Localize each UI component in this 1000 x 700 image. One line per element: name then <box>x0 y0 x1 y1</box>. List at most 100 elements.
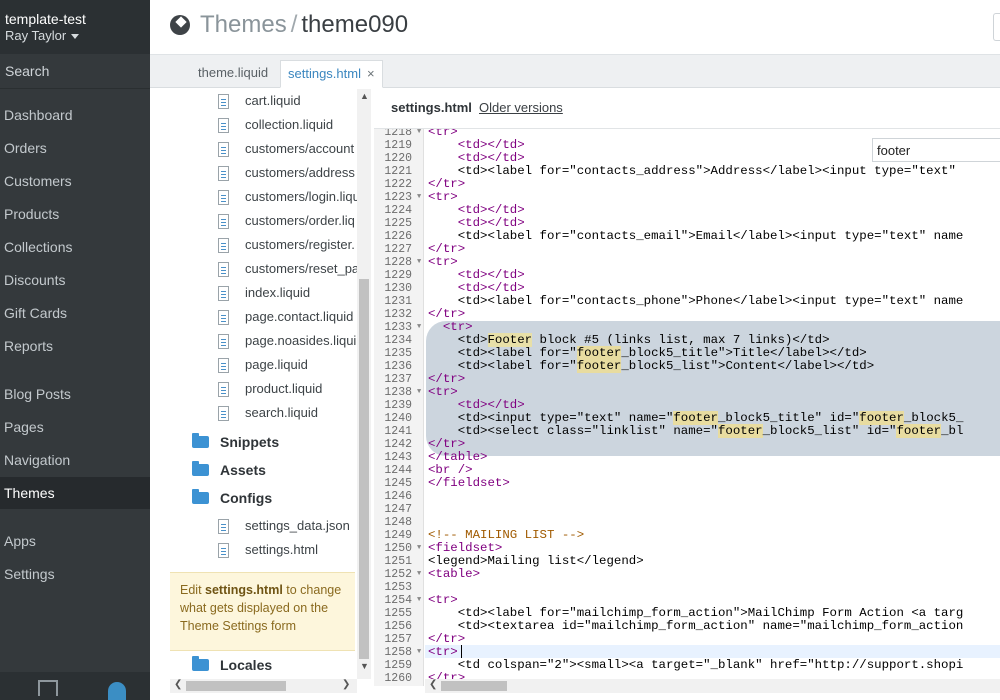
file-item[interactable]: index.liquid <box>218 285 358 305</box>
folder-name: Snippets <box>220 434 280 450</box>
find-input[interactable] <box>872 138 1000 162</box>
line-number: 1243 <box>384 451 412 464</box>
folder-icon <box>192 489 209 504</box>
older-versions-link[interactable]: Older versions <box>479 100 563 115</box>
file-item[interactable]: page.contact.liquid <box>218 309 358 329</box>
user-menu[interactable]: Ray Taylor <box>5 28 150 43</box>
line-number-gutter: 1218 ▼ 1219 1220 1221 1222 1223 ▼ 1224 1225 1226 12… <box>374 129 424 686</box>
folder-assets[interactable]: Assets <box>192 461 352 484</box>
tree-horizontal-scrollbar[interactable]: ❮ ❯ <box>170 679 357 693</box>
nav-item-reports[interactable]: Reports <box>0 330 150 362</box>
line-number: 1222 <box>384 178 412 191</box>
breadcrumb-themes-link[interactable]: Themes <box>200 11 287 38</box>
file-item[interactable]: search.liquid <box>218 405 358 425</box>
line-number: 1231 <box>384 295 412 308</box>
fold-arrow-icon[interactable]: ▼ <box>417 191 423 204</box>
line-number: 1241 <box>384 425 412 438</box>
text-cursor <box>461 645 462 658</box>
scrollbar-thumb[interactable] <box>186 681 286 691</box>
fold-arrow-icon[interactable]: ▼ <box>417 568 423 581</box>
file-item[interactable]: customers/login.liqu <box>218 189 358 209</box>
file-icon <box>218 286 229 301</box>
file-item[interactable]: product.liquid <box>218 381 358 401</box>
line-number: 1253 <box>384 581 412 594</box>
file-icon <box>218 118 229 133</box>
line-number: 1257 <box>384 633 412 646</box>
folder-locales[interactable]: Locales <box>192 656 352 679</box>
file-item[interactable]: settings.html <box>218 542 358 562</box>
tab-label: settings.html <box>288 66 361 81</box>
file-item[interactable]: page.liquid <box>218 357 358 377</box>
nav-item-orders[interactable]: Orders <box>0 132 150 164</box>
file-item[interactable]: customers/address <box>218 165 358 185</box>
file-icon <box>218 238 229 253</box>
nav-item-settings[interactable]: Settings <box>0 558 150 590</box>
scrollbar-thumb[interactable] <box>441 681 507 691</box>
file-item[interactable]: page.noasides.liqui <box>218 333 358 353</box>
nav-item-collections[interactable]: Collections <box>0 231 150 263</box>
scrollbar-thumb[interactable] <box>359 279 369 659</box>
fold-arrow-icon[interactable]: ▼ <box>417 129 423 139</box>
fold-arrow-icon[interactable]: ▼ <box>417 594 423 607</box>
scroll-left-icon[interactable]: ❮ <box>429 679 437 690</box>
line-number: 1220 <box>384 152 412 165</box>
folder-icon <box>192 656 209 671</box>
nav-item-customers[interactable]: Customers <box>0 165 150 197</box>
file-item[interactable]: settings_data.json <box>218 518 358 538</box>
file-item[interactable]: cart.liquid <box>218 93 358 113</box>
nav-item-gift-cards[interactable]: Gift Cards <box>0 297 150 329</box>
scroll-up-icon[interactable]: ▲ <box>360 91 369 101</box>
tree-vertical-scrollbar[interactable]: ▲ ▼ <box>357 89 371 679</box>
nav-item-apps[interactable]: Apps <box>0 525 150 557</box>
nav-item-blog-posts[interactable]: Blog Posts <box>0 378 150 410</box>
nav-search[interactable]: Search <box>5 63 49 79</box>
folder-configs[interactable]: Configs <box>192 489 352 512</box>
line-number: 1242 <box>384 438 412 451</box>
tab-settings-html[interactable]: settings.html × <box>280 60 383 88</box>
fold-arrow-icon[interactable]: ▼ <box>417 386 423 399</box>
store-switcher[interactable]: template-test Ray Taylor <box>0 0 150 54</box>
line-number: 1250 <box>384 542 412 555</box>
file-icon <box>218 310 229 325</box>
scroll-down-icon[interactable]: ▼ <box>360 661 369 671</box>
header-action-button[interactable] <box>993 13 1000 41</box>
caret-down-icon <box>71 34 80 40</box>
folder-icon <box>192 433 209 448</box>
page-header: Themes / theme090 <box>150 0 1000 55</box>
fold-arrow-icon[interactable]: ▼ <box>417 321 423 334</box>
line-number: 1224 <box>384 204 412 217</box>
file-item[interactable]: customers/order.liq <box>218 213 358 233</box>
fold-arrow-icon[interactable]: ▼ <box>417 685 423 686</box>
code-editor[interactable]: 1218 ▼ 1219 1220 1221 1222 1223 ▼ 1224 1225 1226 12… <box>374 129 1000 686</box>
nav-item-discounts[interactable]: Discounts <box>0 264 150 296</box>
file-item[interactable]: customers/account <box>218 141 358 161</box>
fold-arrow-icon[interactable]: ▼ <box>417 646 423 659</box>
fold-arrow-icon[interactable]: ▼ <box>417 256 423 269</box>
line-number: 1229 <box>384 269 412 282</box>
tab-theme-liquid[interactable]: theme.liquid <box>191 60 275 88</box>
scroll-right-icon[interactable]: ❯ <box>342 679 350 690</box>
code-line: <td><label for="footer_block5_list">Cont… <box>428 359 875 373</box>
notification-bell-icon[interactable] <box>108 682 126 700</box>
scroll-left-icon[interactable]: ❮ <box>174 679 182 690</box>
file-item[interactable]: customers/register. <box>218 237 358 257</box>
folder-snippets[interactable]: Snippets <box>192 433 352 456</box>
file-icon <box>218 190 229 205</box>
nav-item-products[interactable]: Products <box>0 198 150 230</box>
fold-arrow-icon[interactable]: ▼ <box>417 542 423 555</box>
line-number: 1246 <box>384 490 412 503</box>
nav-item-navigation[interactable]: Navigation <box>0 444 150 476</box>
line-number: 1219 <box>384 139 412 152</box>
file-item[interactable]: collection.liquid <box>218 117 358 137</box>
line-number: 1221 <box>384 165 412 178</box>
file-name: settings_data.json <box>245 518 350 533</box>
editor-horizontal-scrollbar[interactable]: ❮ <box>425 679 1000 693</box>
file-icon <box>218 382 229 397</box>
editor-tabs: theme.liquid settings.html × <box>150 55 1000 88</box>
file-item[interactable]: customers/reset_pa <box>218 261 358 281</box>
nav-item-pages[interactable]: Pages <box>0 411 150 443</box>
calculator-icon[interactable] <box>38 680 58 696</box>
nav-item-themes[interactable]: Themes <box>0 477 150 509</box>
close-icon[interactable]: × <box>367 66 375 81</box>
nav-item-dashboard[interactable]: Dashboard <box>0 99 150 131</box>
